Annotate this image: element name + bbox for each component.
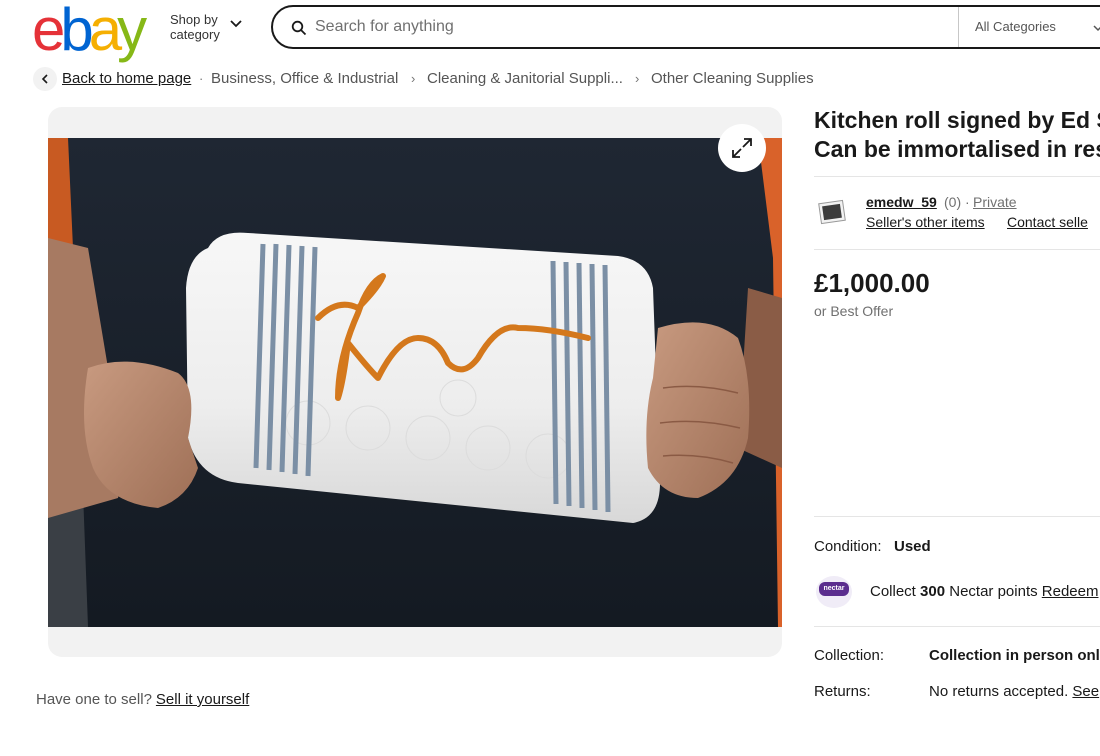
nectar-prefix: Collect: [870, 583, 916, 600]
returns-see-details-link[interactable]: See: [1072, 683, 1099, 700]
category-select[interactable]: All Categories: [975, 19, 1056, 34]
logo-letter-y: y: [117, 0, 147, 63]
sellers-other-items-link[interactable]: Seller's other items: [866, 214, 985, 230]
collection-value: Collection in person only: [929, 647, 1100, 664]
sell-prompt: Have one to sell? Sell it yourself: [36, 691, 249, 708]
returns-text: No returns accepted.: [929, 683, 1069, 700]
breadcrumb-chevron-icon: ›: [411, 71, 416, 86]
nectar-logo: nectar: [816, 576, 852, 608]
nectar-logo-text: nectar: [819, 582, 849, 596]
chevron-down-icon: [1093, 25, 1100, 32]
breadcrumb-separator: ·: [199, 71, 204, 86]
condition-label: Condition:: [814, 538, 882, 555]
seller-feedback-score: (0): [944, 194, 962, 210]
seller-name-link[interactable]: emedw_59: [866, 194, 937, 210]
expand-image-button[interactable]: [718, 124, 766, 172]
chevron-left-icon: [41, 74, 48, 84]
divider: [814, 516, 1100, 517]
breadcrumb-chevron-icon: ›: [635, 71, 640, 86]
listing-title-line1: Kitchen roll signed by Ed S: [814, 107, 1100, 133]
ebay-logo[interactable]: ebay: [32, 0, 147, 63]
sell-prompt-text: Have one to sell?: [36, 691, 152, 708]
logo-letter-b: b: [60, 0, 93, 63]
divider: [814, 176, 1100, 177]
back-button[interactable]: [33, 67, 57, 91]
expand-icon: [732, 138, 752, 158]
contact-seller-link[interactable]: Contact selle: [1007, 214, 1088, 230]
search-bar: All Categories: [271, 5, 1100, 49]
divider: [814, 249, 1100, 250]
seller-avatar[interactable]: [816, 195, 850, 229]
category-label: category: [170, 27, 220, 42]
collection-label: Collection:: [814, 647, 885, 664]
back-to-home-link[interactable]: Back to home page: [62, 70, 191, 87]
logo-letter-e: e: [32, 0, 65, 63]
logo-letter-a: a: [88, 0, 122, 63]
divider: [814, 626, 1100, 627]
listing-title: Kitchen roll signed by Ed S Can be immor…: [814, 106, 1100, 164]
chevron-down-icon[interactable]: [229, 17, 243, 31]
shop-by-category-button[interactable]: Shop by category: [170, 12, 220, 42]
nectar-redeem-link[interactable]: Redeem: [1042, 583, 1099, 600]
search-input[interactable]: [315, 15, 915, 39]
condition-value: Used: [894, 538, 931, 555]
seller-separator: ·: [965, 194, 970, 210]
nectar-suffix: Nectar points: [949, 583, 1038, 600]
breadcrumb-item-other[interactable]: Other Cleaning Supplies: [651, 70, 814, 87]
sell-it-yourself-link[interactable]: Sell it yourself: [156, 691, 249, 708]
nectar-points: Collect 300 Nectar points Redeem: [870, 583, 1098, 600]
search-divider: [958, 7, 959, 47]
shop-by-label: Shop by: [170, 12, 218, 27]
nectar-points-value: 300: [920, 583, 946, 600]
product-image-panel[interactable]: [48, 107, 782, 657]
product-photo[interactable]: [48, 138, 782, 627]
price: £1,000.00: [814, 268, 930, 298]
breadcrumb-item-business[interactable]: Business, Office & Industrial: [211, 70, 398, 87]
returns-label: Returns:: [814, 683, 871, 700]
listing-title-line2: Can be immortalised in res: [814, 136, 1100, 162]
best-offer-label: or Best Offer: [814, 303, 894, 319]
seller-type-link[interactable]: Private: [973, 194, 1017, 210]
breadcrumb-item-cleaning[interactable]: Cleaning & Janitorial Suppli...: [427, 70, 623, 87]
search-icon: [291, 20, 307, 36]
returns-value: No returns accepted. See: [929, 683, 1099, 700]
